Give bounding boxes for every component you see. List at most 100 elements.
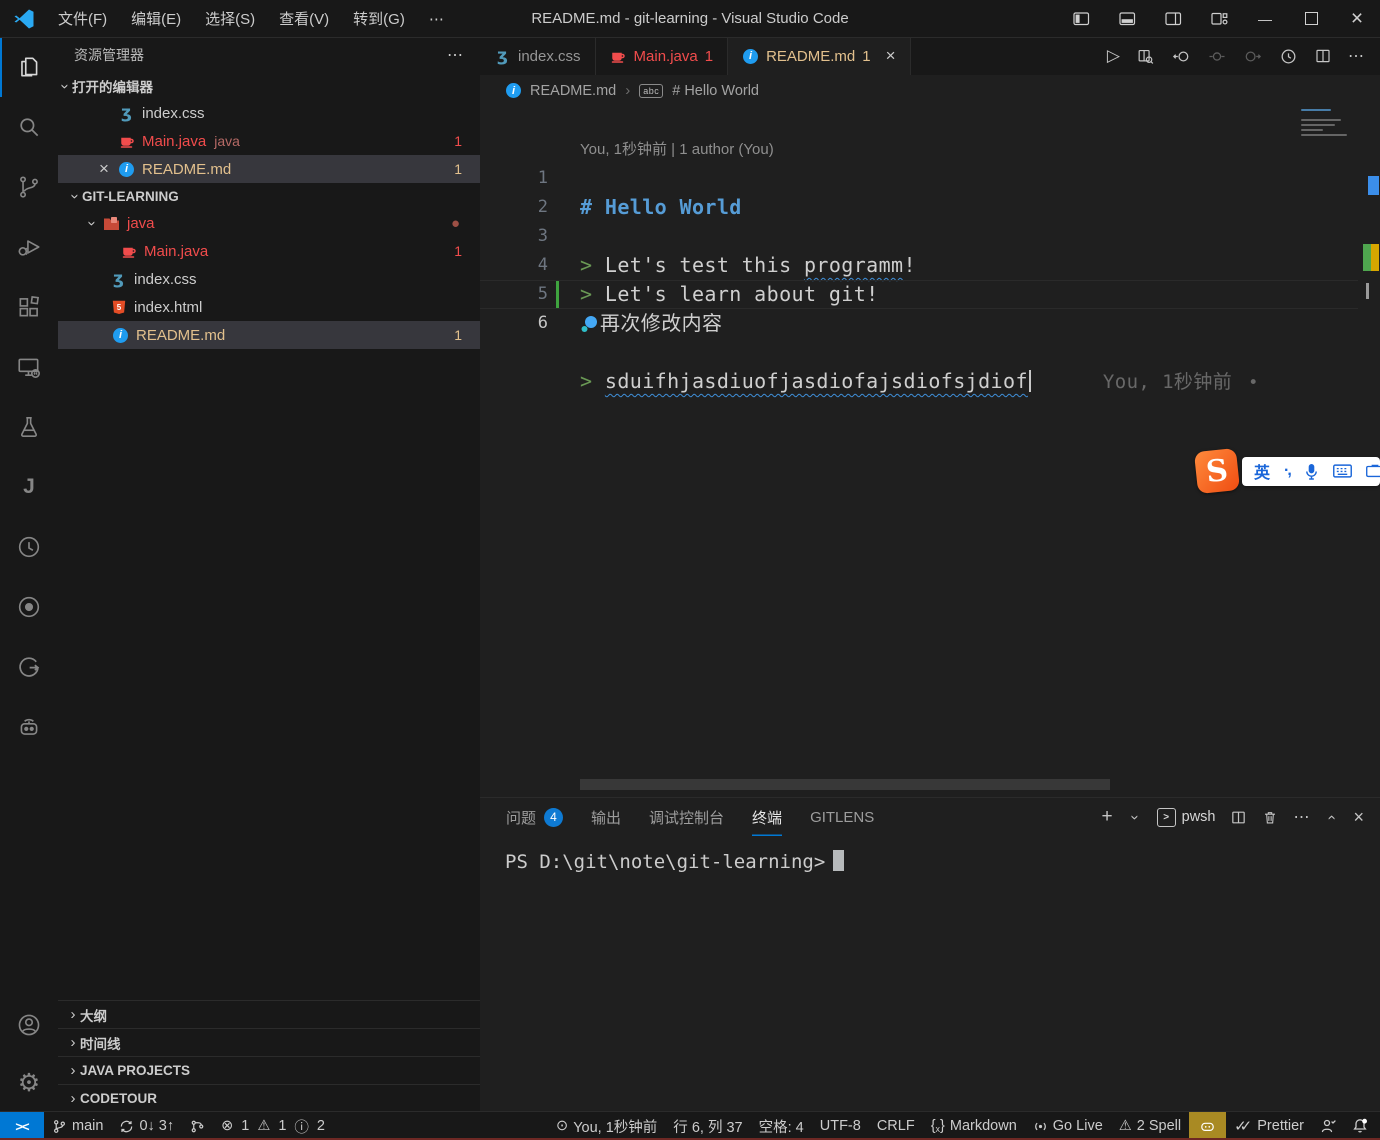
more-actions-icon[interactable]: ⋯ bbox=[1348, 46, 1364, 66]
run-file-icon[interactable]: ▷ bbox=[1107, 46, 1120, 66]
sync-changes-item[interactable]: 0↓ 3↑ bbox=[111, 1112, 182, 1140]
tab-main-java[interactable]: Main.java 1 bbox=[596, 37, 729, 75]
tree-file-main-java[interactable]: Main.java 1 bbox=[58, 237, 480, 265]
java-projects-icon[interactable]: J bbox=[0, 457, 58, 517]
blame-status-item[interactable]: ⊙ You, 1秒钟前 bbox=[548, 1112, 665, 1140]
code-line-2[interactable]: 2 bbox=[480, 164, 1380, 193]
code-line-5[interactable]: 5 再次修改内容 bbox=[480, 251, 1380, 280]
toggle-panel-icon[interactable] bbox=[1104, 0, 1150, 37]
section-timeline[interactable]: › 时间线 bbox=[58, 1028, 480, 1056]
open-editor-readme-md[interactable]: × i README.md 1 bbox=[58, 155, 480, 183]
tree-folder-java[interactable]: › java ● bbox=[58, 209, 480, 237]
ime-toolbox-icon[interactable] bbox=[1366, 464, 1380, 478]
gitlens-open-changes-icon[interactable] bbox=[1171, 47, 1191, 66]
ime-mic-icon[interactable] bbox=[1304, 463, 1319, 480]
code-line-6[interactable]: 6 > sduifhjasdiuofjasdiofajsdiofsjdiofYo… bbox=[480, 280, 1380, 309]
minimize-button[interactable]: — bbox=[1242, 0, 1288, 37]
customize-layout-icon[interactable] bbox=[1196, 0, 1242, 37]
notifications-item[interactable] bbox=[1344, 1112, 1380, 1140]
terminal-shell-item[interactable]: > pwsh bbox=[1157, 808, 1216, 827]
tree-file-index-css[interactable]: ʒ index.css bbox=[58, 265, 480, 293]
toggle-secondary-sidebar-icon[interactable] bbox=[1150, 0, 1196, 37]
close-window-button[interactable]: × bbox=[1334, 0, 1380, 37]
ime-language-mode-button[interactable]: 英 bbox=[1254, 459, 1270, 483]
git-branch-item[interactable]: main bbox=[44, 1112, 111, 1140]
menu-more[interactable]: ⋯ bbox=[417, 10, 456, 28]
maximize-button[interactable] bbox=[1288, 0, 1334, 37]
project-root-section[interactable]: › GIT-LEARNING bbox=[58, 183, 480, 209]
close-editor-icon[interactable]: × bbox=[94, 159, 114, 179]
prettier-item[interactable]: ✓✓ Prettier bbox=[1226, 1112, 1312, 1140]
panel-tab-debug-console[interactable]: 调试控制台 bbox=[649, 798, 724, 836]
split-terminal-icon[interactable] bbox=[1230, 809, 1247, 826]
language-mode-item[interactable]: {x} Markdown bbox=[923, 1112, 1025, 1140]
cursor-position-item[interactable]: 行 6, 列 37 bbox=[665, 1112, 750, 1140]
menu-file[interactable]: 文件(F) bbox=[46, 8, 119, 29]
section-codetour[interactable]: › CODETOUR bbox=[58, 1084, 480, 1112]
ime-punctuation-button[interactable]: ·, bbox=[1284, 462, 1290, 480]
explorer-more-actions-icon[interactable]: ⋯ bbox=[447, 45, 464, 65]
menu-selection[interactable]: 选择(S) bbox=[193, 8, 267, 29]
tab-index-css[interactable]: ʒ index.css bbox=[480, 37, 596, 75]
encoding-item[interactable]: UTF-8 bbox=[812, 1112, 869, 1140]
menu-edit[interactable]: 编辑(E) bbox=[119, 8, 193, 29]
account-icon[interactable] bbox=[0, 996, 58, 1054]
panel-tab-gitlens[interactable]: GITLENS bbox=[810, 798, 874, 836]
panel-tab-terminal[interactable]: 终端 bbox=[752, 798, 782, 836]
next-change-icon[interactable] bbox=[1243, 47, 1263, 66]
new-terminal-icon[interactable]: + bbox=[1102, 806, 1113, 828]
panel-tab-problems[interactable]: 问题 4 bbox=[506, 798, 563, 836]
problems-status-item[interactable]: ⊗1 ⚠1 ⓘ2 bbox=[213, 1112, 336, 1140]
markdown-preview-icon[interactable] bbox=[1136, 47, 1155, 66]
kill-terminal-trash-icon[interactable] bbox=[1262, 809, 1278, 826]
code-line-3[interactable]: 3 > Let's test this programm! bbox=[480, 193, 1380, 222]
go-live-item[interactable]: Go Live bbox=[1025, 1112, 1111, 1140]
testing-flask-icon[interactable] bbox=[0, 397, 58, 457]
search-icon[interactable] bbox=[0, 97, 58, 157]
open-editor-main-java[interactable]: Main.java java 1 bbox=[58, 127, 480, 155]
tree-file-readme-md[interactable]: i README.md 1 bbox=[58, 321, 480, 349]
copilot-status-item[interactable] bbox=[1189, 1112, 1226, 1140]
split-editor-icon[interactable] bbox=[1314, 47, 1332, 65]
ime-keyboard-icon[interactable] bbox=[1333, 464, 1352, 478]
git-graph-icon[interactable] bbox=[0, 637, 58, 697]
maximize-panel-icon[interactable]: › bbox=[1323, 810, 1340, 824]
more-actions-icon[interactable]: ⋯ bbox=[1293, 807, 1309, 827]
code-line-4[interactable]: 4 > Let's learn about git! bbox=[480, 222, 1380, 251]
gitlens-file-history-icon[interactable] bbox=[1279, 47, 1298, 66]
tab-readme-md[interactable]: i README.md 1 × bbox=[728, 37, 910, 75]
breadcrumb-file[interactable]: README.md bbox=[530, 83, 616, 99]
close-tab-icon[interactable]: × bbox=[886, 46, 896, 66]
section-java-projects[interactable]: › JAVA PROJECTS bbox=[58, 1056, 480, 1084]
open-editors-section[interactable]: › 打开的编辑器 bbox=[58, 73, 480, 99]
tree-file-index-html[interactable]: 5 index.html bbox=[58, 293, 480, 321]
terminal[interactable]: PS D:\git\note\git-learning> bbox=[480, 836, 1380, 873]
close-panel-icon[interactable]: × bbox=[1353, 807, 1364, 828]
remote-indicator[interactable]: >< bbox=[0, 1112, 44, 1140]
code-line-1[interactable]: 1 # Hello World bbox=[480, 135, 1380, 164]
run-debug-icon[interactable] bbox=[0, 217, 58, 277]
terminal-dropdown-icon[interactable]: › bbox=[1126, 810, 1143, 824]
previous-change-icon[interactable] bbox=[1207, 47, 1227, 66]
copilot-chat-icon[interactable] bbox=[0, 697, 58, 757]
explorer-icon[interactable] bbox=[0, 37, 58, 97]
horizontal-scrollbar[interactable] bbox=[580, 779, 1110, 790]
blame-codelens[interactable]: You, 1秒钟前 | 1 author (You) bbox=[480, 106, 1380, 135]
gitlens-icon[interactable] bbox=[0, 517, 58, 577]
extensions-icon[interactable] bbox=[0, 277, 58, 337]
indentation-item[interactable]: 空格: 4 bbox=[751, 1112, 812, 1140]
panel-tab-output[interactable]: 输出 bbox=[591, 798, 621, 836]
spell-checker-item[interactable]: ⚠ 2 Spell bbox=[1111, 1112, 1189, 1140]
breadcrumb-symbol[interactable]: # Hello World bbox=[672, 83, 759, 99]
settings-gear-icon[interactable]: ⚙ bbox=[0, 1054, 58, 1112]
section-outline[interactable]: › 大纲 bbox=[58, 1000, 480, 1028]
menu-go[interactable]: 转到(G) bbox=[341, 8, 417, 29]
feedback-item[interactable] bbox=[1312, 1112, 1344, 1140]
eol-item[interactable]: CRLF bbox=[869, 1112, 923, 1140]
menu-view[interactable]: 查看(V) bbox=[267, 8, 341, 29]
open-editor-index-css[interactable]: ʒ index.css bbox=[58, 99, 480, 127]
source-control-icon[interactable] bbox=[0, 157, 58, 217]
remote-explorer-icon[interactable] bbox=[0, 337, 58, 397]
live-server-icon[interactable] bbox=[0, 577, 58, 637]
gitlens-compare-item[interactable] bbox=[182, 1112, 213, 1140]
